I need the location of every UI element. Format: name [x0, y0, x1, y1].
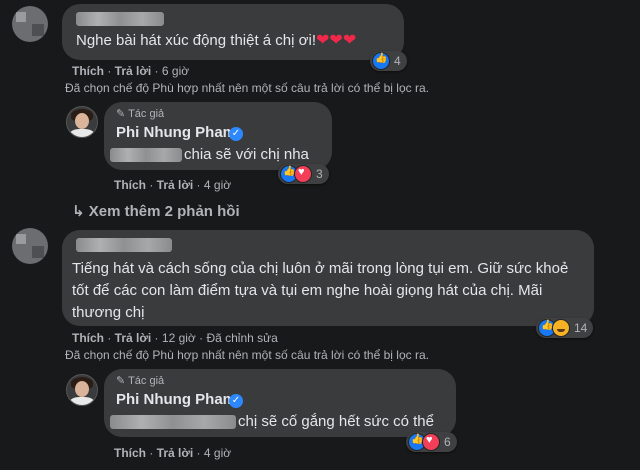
comment-bubble: Nghe bài hát xúc động thiệt á chị ơi!❤❤❤ — [62, 4, 404, 60]
mentioned-name-blurred[interactable] — [110, 415, 236, 429]
reply-time[interactable]: 4 giờ — [204, 446, 231, 460]
filter-notice: Đã chọn chế độ Phù hợp nhất nên một số c… — [65, 348, 429, 362]
author-avatar[interactable] — [66, 106, 98, 138]
author-tag: ✎ Tác giả — [116, 108, 165, 120]
commenter-name-blurred[interactable] — [76, 12, 164, 26]
reply-bubble: ✎ Tác giả Phi Nhung Pham ✓ chị sẽ cố gắn… — [104, 369, 456, 437]
like-button[interactable]: Thích — [114, 446, 146, 460]
reply-actions: Thích · Trả lời · 4 giờ — [114, 178, 232, 192]
reaction-summary[interactable]: 3 — [278, 164, 329, 184]
reaction-summary[interactable]: 14 — [536, 318, 594, 338]
reply-text: chị sẽ cố gắng hết sức có thể — [238, 413, 434, 430]
filter-notice: Đã chọn chế độ Phù hợp nhất nên một số c… — [65, 81, 429, 95]
comment-time[interactable]: 12 giờ — [162, 331, 196, 345]
author-avatar[interactable] — [66, 374, 98, 406]
comment-actions: Thích · Trả lời · 6 giờ — [72, 64, 190, 78]
comment-time[interactable]: 6 giờ — [162, 64, 189, 78]
comment-bubble: Tiếng hát và cách sống của chị luôn ở mã… — [62, 230, 594, 326]
reaction-count: 4 — [394, 54, 401, 68]
reply-button[interactable]: Trả lời — [157, 446, 194, 460]
reaction-count: 6 — [444, 435, 451, 449]
comment-text-body: Nghe bài hát xúc động thiệt á chị ơi! — [76, 32, 316, 49]
like-button[interactable]: Thích — [72, 331, 104, 345]
reply-button[interactable]: Trả lời — [115, 64, 152, 78]
like-reaction-icon — [372, 52, 390, 70]
commenter-avatar[interactable] — [12, 228, 48, 264]
edited-label[interactable]: Đã chỉnh sửa — [206, 331, 277, 345]
more-replies-link[interactable]: ↳ Xem thêm 2 phản hồi — [72, 202, 240, 220]
reply-button[interactable]: Trả lời — [157, 178, 194, 192]
reply-bubble: ✎ Tác giả Phi Nhung Pham ✓ chia sẽ với c… — [104, 102, 332, 170]
reply-arrow-icon: ↳ — [72, 203, 85, 220]
more-replies-label: Xem thêm 2 phản hồi — [88, 203, 240, 220]
like-button[interactable]: Thích — [72, 64, 104, 78]
reply-time[interactable]: 4 giờ — [204, 178, 231, 192]
comment-actions: Thích · Trả lời · 12 giờ · Đã chỉnh sửa — [72, 331, 278, 345]
reaction-summary[interactable]: 6 — [406, 432, 457, 452]
mentioned-name-blurred[interactable] — [110, 148, 182, 162]
heart-emojis: ❤❤❤ — [316, 32, 357, 49]
reply-text: chia sẽ với chị nha — [184, 146, 309, 163]
verified-badge-icon: ✓ — [229, 394, 243, 408]
author-name[interactable]: Phi Nhung Pham — [116, 124, 236, 141]
comment-text: Tiếng hát và cách sống của chị luôn ở mã… — [72, 260, 569, 321]
author-tag-label: Tác giả — [128, 108, 165, 120]
reaction-summary[interactable]: 4 — [370, 51, 407, 71]
like-button[interactable]: Thích — [114, 178, 146, 192]
author-tag: ✎ Tác giả — [116, 375, 165, 387]
author-name[interactable]: Phi Nhung Pham — [116, 391, 236, 408]
author-tag-label: Tác giả — [128, 375, 165, 387]
reply-button[interactable]: Trả lời — [115, 331, 152, 345]
reaction-count: 14 — [574, 321, 588, 335]
commenter-name-blurred[interactable] — [76, 238, 172, 252]
reaction-count: 3 — [316, 167, 323, 181]
commenter-avatar[interactable] — [12, 6, 48, 42]
love-reaction-icon — [294, 165, 312, 183]
reply-actions: Thích · Trả lời · 4 giờ — [114, 446, 232, 460]
love-reaction-icon — [422, 433, 440, 451]
verified-badge-icon: ✓ — [229, 127, 243, 141]
haha-reaction-icon — [552, 319, 570, 337]
comment-text: Nghe bài hát xúc động thiệt á chị ơi!❤❤❤ — [76, 30, 356, 52]
